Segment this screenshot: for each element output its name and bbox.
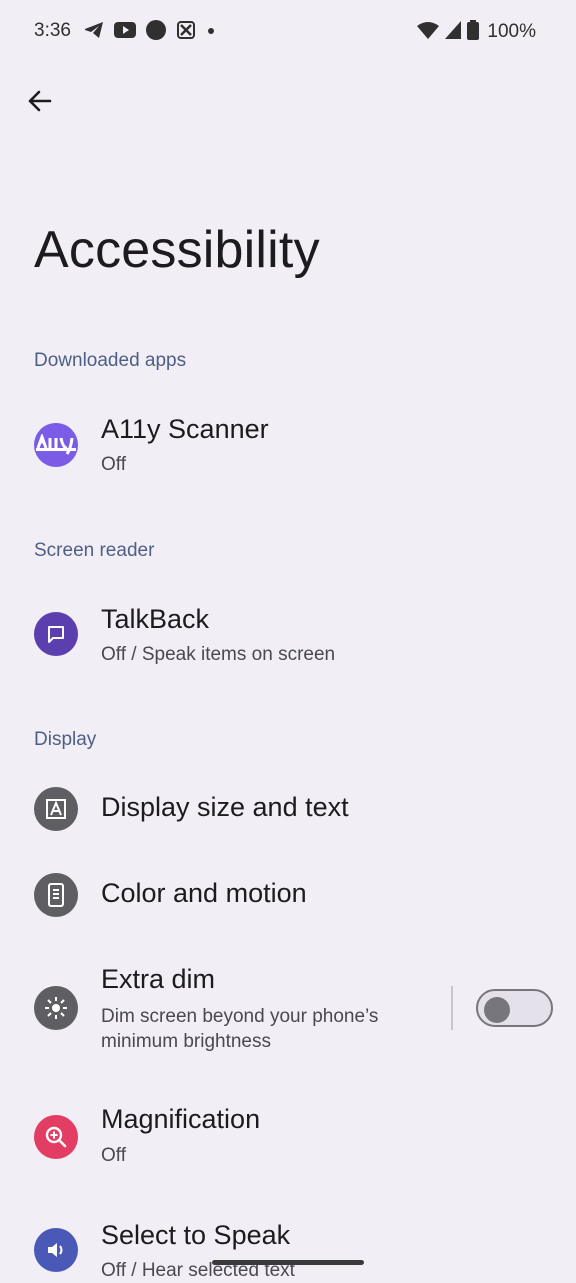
setting-summary: Off [101, 454, 126, 475]
arrow-left-icon [26, 88, 52, 119]
section-header-downloaded-apps: Downloaded apps [34, 350, 187, 371]
setting-title: Select to Speak [101, 1220, 291, 1250]
setting-item-color-and-motion[interactable]: Color and motion [0, 860, 576, 932]
setting-item-extra-dim[interactable]: Extra dim Dim screen beyond your phone’s… [0, 944, 576, 1064]
text-size-icon [34, 787, 78, 831]
setting-item-select-to-speak[interactable]: Select to Speak Off / Hear selected text [0, 1202, 576, 1281]
setting-title: Display size and text [101, 792, 349, 822]
wifi-icon [417, 21, 440, 44]
setting-title: Extra dim [101, 964, 216, 994]
section-header-display: Display [34, 729, 97, 750]
phone-screen-icon [34, 873, 78, 917]
crossed-app-icon [176, 20, 196, 45]
section-header-screen-reader: Screen reader [34, 540, 155, 561]
signal-icon [445, 20, 462, 44]
setting-title: TalkBack [101, 604, 210, 634]
setting-title: A11y Scanner [101, 414, 269, 444]
setting-summary-line-2: minimum brightness [101, 1031, 271, 1052]
setting-summary-line-1: Dim screen beyond your phone’s [101, 1006, 379, 1027]
extra-dim-toggle[interactable] [476, 989, 553, 1027]
youtube-icon [114, 21, 136, 43]
notification-icons [84, 19, 216, 45]
a11y-scanner-icon [34, 423, 78, 467]
speaker-icon [34, 1228, 78, 1272]
setting-item-magnification[interactable]: Magnification Off [0, 1086, 576, 1186]
telegram-icon [84, 21, 104, 44]
toggle-divider [451, 986, 453, 1030]
brightness-icon [34, 986, 78, 1030]
page-title: Accessibility [34, 221, 320, 279]
zoom-in-icon [34, 1115, 78, 1159]
chat-bubble-icon [34, 612, 78, 656]
setting-title: Magnification [101, 1104, 261, 1134]
setting-summary: Off / Speak items on screen [101, 644, 336, 665]
toggle-thumb [484, 997, 510, 1023]
status-bar: 3:36 100% [0, 0, 576, 64]
gesture-nav-handle[interactable] [212, 1260, 364, 1265]
dot-icon [206, 23, 216, 41]
status-time: 3:36 [34, 20, 71, 41]
circle-app-icon [146, 19, 166, 45]
battery-percentage: 100% [487, 21, 536, 42]
system-icons: 100% [417, 19, 536, 45]
back-button[interactable] [18, 82, 60, 124]
setting-item-display-size-and-text[interactable]: Display size and text [0, 774, 576, 846]
setting-item-a11y-scanner[interactable]: A11y Scanner Off [0, 396, 576, 496]
setting-title: Color and motion [101, 878, 307, 908]
setting-item-talkback[interactable]: TalkBack Off / Speak items on screen [0, 586, 576, 686]
setting-summary: Off [101, 1145, 126, 1166]
battery-icon [467, 19, 480, 45]
